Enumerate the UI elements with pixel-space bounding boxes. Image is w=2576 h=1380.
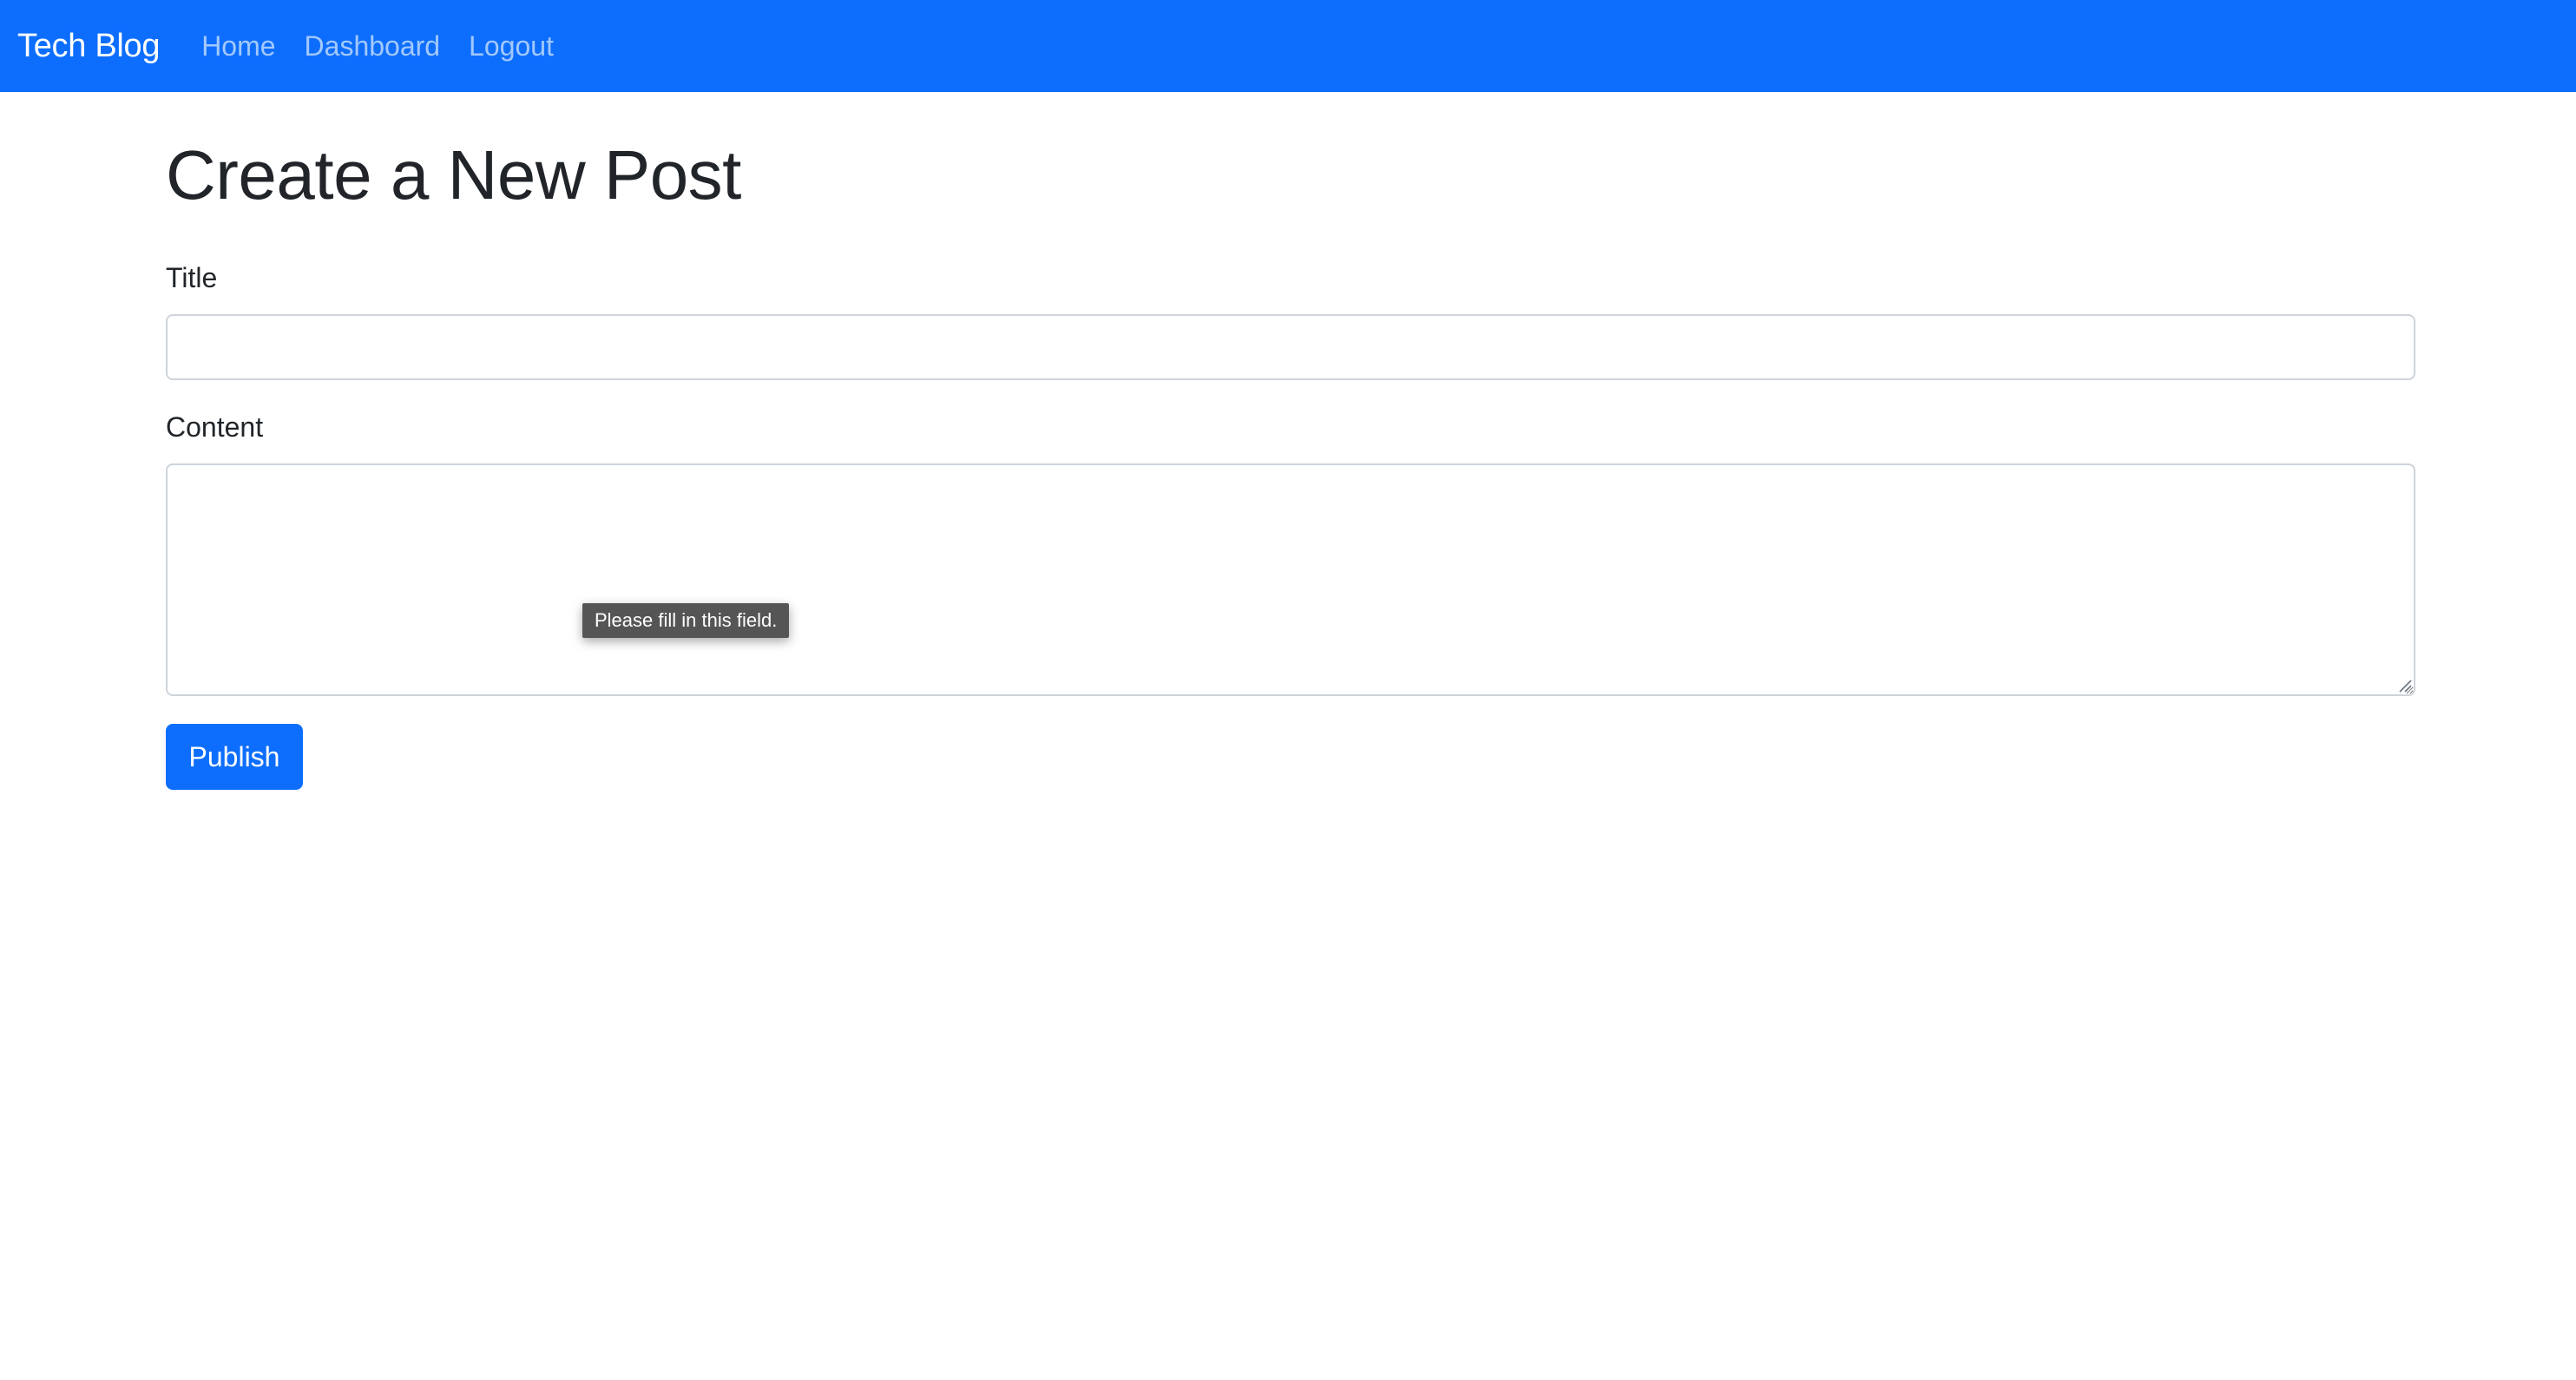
publish-button[interactable]: Publish xyxy=(166,724,303,790)
nav-link-home[interactable]: Home xyxy=(201,30,275,62)
content-label: Content xyxy=(166,411,264,443)
nav-link-logout[interactable]: Logout xyxy=(469,30,554,62)
nav-link-dashboard[interactable]: Dashboard xyxy=(305,30,441,62)
content-textarea[interactable] xyxy=(166,463,2415,696)
validation-tooltip: Please fill in this field. xyxy=(582,603,790,638)
nav-links: Home Dashboard Logout xyxy=(201,30,582,62)
resize-grip-icon[interactable] xyxy=(2398,679,2412,693)
brand-link[interactable]: Tech Blog xyxy=(17,28,160,65)
page-title: Create a New Post xyxy=(166,136,741,214)
title-label: Title xyxy=(166,262,218,293)
title-input[interactable] xyxy=(166,314,2415,380)
navbar: Tech Blog Home Dashboard Logout xyxy=(0,0,2576,92)
